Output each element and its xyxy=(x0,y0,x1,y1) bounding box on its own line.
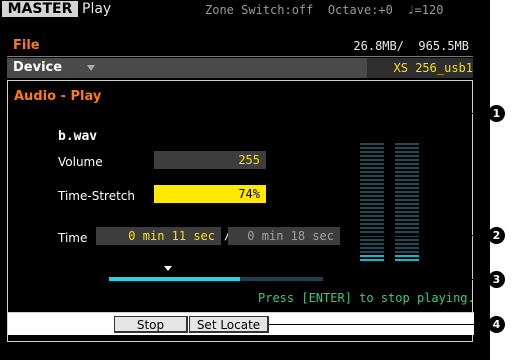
master-mode-badge[interactable]: MASTER xyxy=(2,1,78,17)
meter-right-segment xyxy=(395,183,419,185)
chevron-down-icon[interactable] xyxy=(87,65,95,71)
time-stretch-field[interactable]: 74% xyxy=(154,185,266,203)
display-screen: MASTER Play Zone Switch:off Octave:+0 ♩=… xyxy=(0,0,490,360)
meter-right-segment xyxy=(395,243,419,245)
meter-left-segment xyxy=(360,231,384,233)
meter-right-segment xyxy=(395,179,419,181)
meter-right-segment xyxy=(395,219,419,221)
meter-left-segment xyxy=(360,147,384,149)
callout-line-1 xyxy=(266,113,488,114)
total-time-field: 0 min 18 sec xyxy=(228,227,340,245)
meter-right-segment xyxy=(395,163,419,165)
time-label: Time xyxy=(58,231,88,245)
meter-left-segment xyxy=(360,155,384,157)
device-select[interactable]: XS 256_usb1 xyxy=(367,58,473,78)
meter-left-segment xyxy=(360,183,384,185)
callout-4: 4 xyxy=(488,316,505,333)
audio-play-panel: Audio - Play b.wav Volume 255 Time-Stret… xyxy=(7,80,475,342)
meter-left-segment xyxy=(360,219,384,221)
instruction-text: Press [ENTER] to stop playing. xyxy=(258,291,475,305)
meter-right-segment xyxy=(395,143,419,145)
meter-left-segment xyxy=(360,151,384,153)
meter-left-segment xyxy=(360,191,384,193)
device-label: Device xyxy=(13,60,63,75)
meter-left-segment xyxy=(360,211,384,213)
meter-left-segment xyxy=(360,175,384,177)
playback-progress-fill xyxy=(109,277,240,281)
meter-right-segment xyxy=(395,151,419,153)
meter-left-segment xyxy=(360,215,384,217)
meter-right-segment xyxy=(395,159,419,161)
meter-left-segment xyxy=(360,195,384,197)
meter-right-segment xyxy=(395,227,419,229)
current-time-field: 0 min 11 sec xyxy=(96,227,221,245)
meter-left-segment xyxy=(360,247,384,249)
device-row[interactable]: Device XS 256_usb1 xyxy=(7,58,473,78)
storage-usage: 26.8MB/ 965.5MB xyxy=(353,39,469,53)
meter-right-lit-segment xyxy=(395,259,419,261)
meter-left-segment xyxy=(360,167,384,169)
stop-button[interactable]: Stop xyxy=(114,316,188,333)
meter-right-segment xyxy=(395,215,419,217)
meter-left-lit-segment xyxy=(360,259,384,261)
meter-left-lit-segment xyxy=(360,255,384,257)
meter-left-segment xyxy=(360,179,384,181)
meter-left-segment xyxy=(360,207,384,209)
meter-left-segment xyxy=(360,187,384,189)
volume-label: Volume xyxy=(58,155,103,169)
level-meter-right xyxy=(395,143,419,263)
top-status-bar: MASTER Play Zone Switch:off Octave:+0 ♩=… xyxy=(0,0,490,20)
playback-progress-bar[interactable] xyxy=(109,277,323,281)
meter-right-segment xyxy=(395,247,419,249)
meter-left-segment xyxy=(360,227,384,229)
panel-title: Audio - Play xyxy=(14,89,102,104)
meter-left-segment xyxy=(360,223,384,225)
file-header-row: File 26.8MB/ 965.5MB xyxy=(7,36,473,57)
set-locate-button[interactable]: Set Locate xyxy=(189,316,269,333)
meter-left-segment xyxy=(360,251,384,253)
audio-filename: b.wav xyxy=(58,129,98,144)
callout-2: 2 xyxy=(488,227,505,244)
meter-left-segment xyxy=(360,243,384,245)
callout-line-4 xyxy=(269,324,488,325)
meter-right-segment xyxy=(395,199,419,201)
mode-label: Play xyxy=(82,1,112,17)
meter-right-segment xyxy=(395,207,419,209)
volume-field[interactable]: 255 xyxy=(154,151,266,169)
meter-left-segment xyxy=(360,199,384,201)
meter-right-segment xyxy=(395,211,419,213)
status-text: Zone Switch:off Octave:+0 ♩=120 xyxy=(205,3,444,17)
meter-left-segment xyxy=(360,163,384,165)
meter-right-segment xyxy=(395,147,419,149)
meter-right-segment xyxy=(395,251,419,253)
callout-line-2 xyxy=(340,235,488,236)
meter-right-segment xyxy=(395,231,419,233)
callout-3: 3 xyxy=(488,271,505,288)
meter-left-segment xyxy=(360,171,384,173)
meter-right-segment xyxy=(395,223,419,225)
meter-right-segment xyxy=(395,239,419,241)
meter-right-segment xyxy=(395,203,419,205)
meter-right-segment xyxy=(395,191,419,193)
meter-right-segment xyxy=(395,175,419,177)
meter-right-segment xyxy=(395,171,419,173)
callout-1: 1 xyxy=(488,105,505,122)
meter-right-lit-segment xyxy=(395,255,419,257)
meter-left-segment xyxy=(360,203,384,205)
meter-right-segment xyxy=(395,155,419,157)
meter-right-segment xyxy=(395,195,419,197)
callout-line-3 xyxy=(323,279,488,280)
playhead-marker-icon xyxy=(164,266,172,271)
meter-left-segment xyxy=(360,239,384,241)
file-label: File xyxy=(13,38,40,53)
meter-left-segment xyxy=(360,143,384,145)
meter-right-segment xyxy=(395,167,419,169)
meter-left-segment xyxy=(360,159,384,161)
time-stretch-label: Time-Stretch xyxy=(58,189,135,203)
level-meter-left xyxy=(360,143,384,263)
meter-right-segment xyxy=(395,187,419,189)
